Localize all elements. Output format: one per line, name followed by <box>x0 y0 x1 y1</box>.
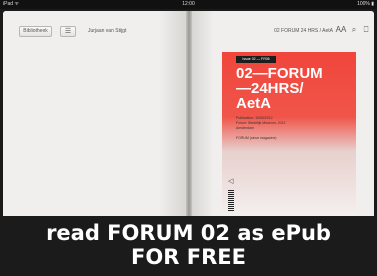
clock: 12:00 <box>182 1 195 7</box>
cover-info: Publication: 10/06/2012 Forum: Stedelijk… <box>236 116 286 140</box>
left-page[interactable] <box>3 11 186 223</box>
promo-banner: read FORUM 02 as ePub FOR FREE <box>0 216 377 276</box>
status-bar: iPad ᯤ 12:00 100% ▮ <box>0 0 377 9</box>
book-cover: Issue 02 — FR06 02—FORUM —24HRS/ AetA Pu… <box>222 52 356 223</box>
cover-issue-tag: Issue 02 — FR06 <box>236 56 276 63</box>
library-button[interactable]: Bibliotheek <box>19 26 52 37</box>
book-author: Jurjaan van Stijgt <box>88 28 127 34</box>
font-size-icon[interactable]: AA <box>335 24 347 36</box>
bookmark-icon[interactable]: ⎕ <box>362 24 370 36</box>
book-title: 02 FORUM 24 HRS / AetA <box>274 28 333 34</box>
megaphone-icon: ◁ <box>228 178 234 185</box>
search-icon[interactable]: ⌕ <box>349 24 359 36</box>
barcode <box>228 190 234 212</box>
banner-line-1: read FORUM 02 as ePub <box>46 221 331 245</box>
cover-title: 02—FORUM —24HRS/ AetA <box>236 65 323 112</box>
battery-indicator: 100% ▮ <box>357 1 374 7</box>
banner-line-2: FOR FREE <box>131 245 246 269</box>
table-of-contents-button[interactable]: ☰ <box>60 26 76 37</box>
